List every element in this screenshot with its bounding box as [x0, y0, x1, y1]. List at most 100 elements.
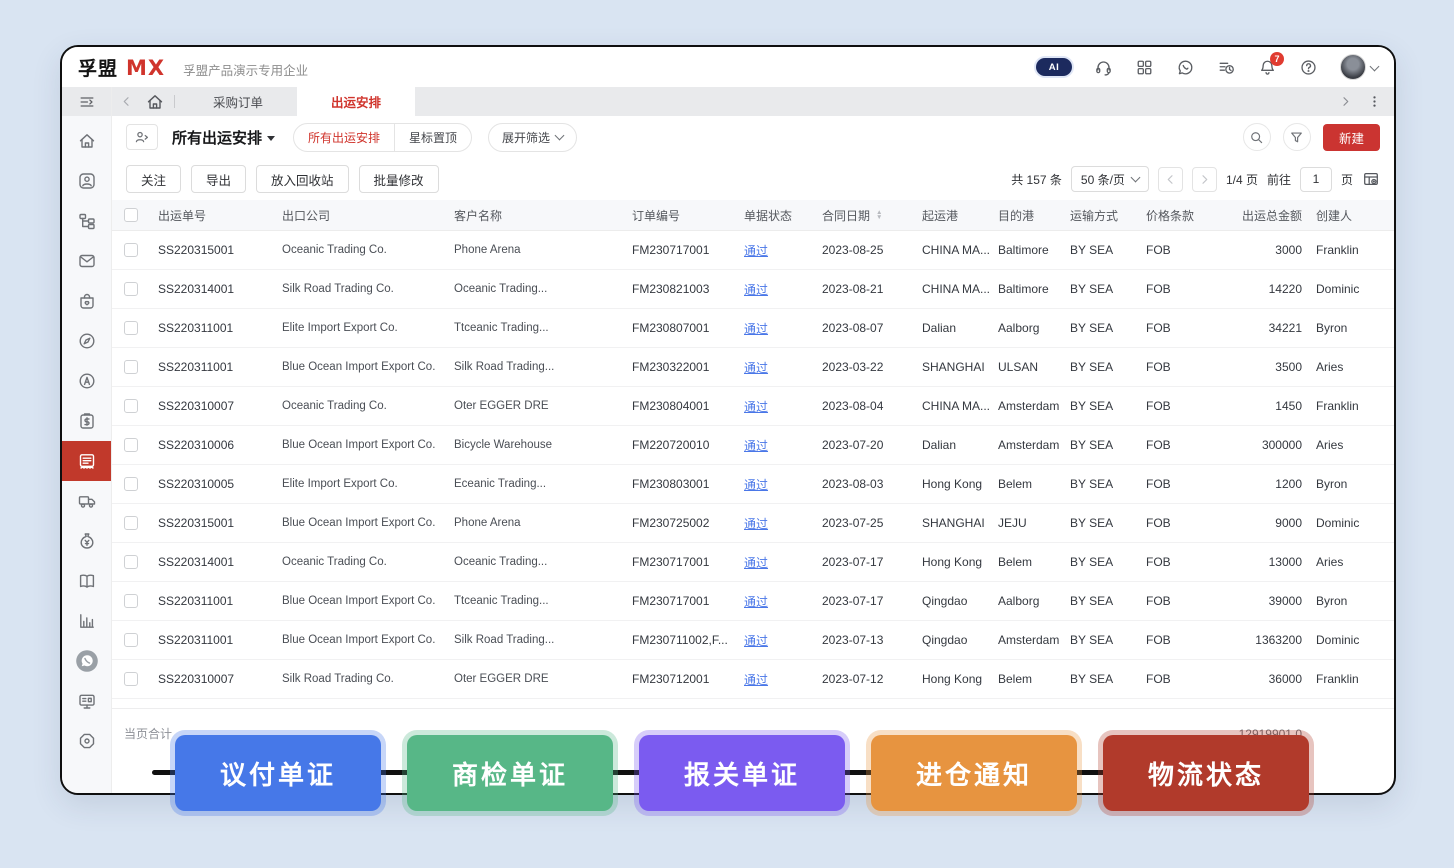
sidebar-item-bar-chart[interactable] — [62, 601, 111, 641]
table-row[interactable]: SS220311001Blue Ocean Import Export Co.S… — [112, 621, 1394, 660]
sidebar-item-contacts[interactable] — [62, 161, 111, 201]
status-link[interactable]: 通过 — [744, 515, 768, 532]
sidebar-item-compass[interactable] — [62, 321, 111, 361]
row-checkbox[interactable] — [124, 282, 138, 296]
table-row[interactable]: SS220315001Oceanic Trading Co.Phone Aren… — [112, 231, 1394, 270]
sidebar-item-truck[interactable] — [62, 481, 111, 521]
quick-filter-all[interactable]: 所有出运安排 — [294, 124, 394, 151]
sidebar-collapse-button[interactable] — [62, 87, 111, 116]
status-link[interactable]: 通过 — [744, 281, 768, 298]
bell-button[interactable]: 7 — [1258, 58, 1277, 77]
sidebar-item-home[interactable] — [62, 121, 111, 161]
status-link[interactable]: 通过 — [744, 398, 768, 415]
row-checkbox[interactable] — [124, 438, 138, 452]
view-owner-button[interactable] — [126, 124, 158, 150]
flow-button-negotiation-documents[interactable]: 议付单证 — [175, 735, 381, 811]
sidebar-item-settings-gear[interactable] — [62, 721, 111, 761]
sidebar-item-monitor[interactable] — [62, 681, 111, 721]
sidebar-item-whatsapp-filled[interactable] — [62, 641, 111, 681]
row-checkbox[interactable] — [124, 672, 138, 686]
batch-edit-button[interactable]: 批量修改 — [359, 165, 439, 193]
follow-button[interactable]: 关注 — [126, 165, 181, 193]
tab-scroll-right-button[interactable] — [1338, 94, 1353, 109]
topbar: 孚盟 MX 孚盟产品演示专用企业 AI7 — [62, 47, 1394, 87]
tab-scroll-left-button[interactable] — [112, 94, 140, 109]
sidebar-item-org-structure[interactable] — [62, 201, 111, 241]
goto-suffix-label: 页 — [1341, 171, 1353, 188]
row-checkbox[interactable] — [124, 321, 138, 335]
column-header-label: 单据状态 — [744, 207, 792, 224]
cell-transport: BY SEA — [1070, 438, 1146, 452]
cell-contract-date: 2023-07-17 — [822, 555, 922, 569]
table-row[interactable]: SS220311001Elite Import Export Co.Ttcean… — [112, 309, 1394, 348]
row-checkbox[interactable] — [124, 555, 138, 569]
page-size-select[interactable]: 50 条/页 — [1071, 166, 1149, 192]
flow-button-warehouse-entry-notice[interactable]: 进仓通知 — [871, 735, 1077, 811]
export-button[interactable]: 导出 — [191, 165, 246, 193]
sidebar-item-ledger-book[interactable] — [62, 561, 111, 601]
status-link[interactable]: 通过 — [744, 554, 768, 571]
status-link[interactable]: 通过 — [744, 476, 768, 493]
user-menu[interactable] — [1340, 54, 1378, 80]
select-all-checkbox[interactable] — [124, 208, 138, 222]
sidebar-item-money-bag[interactable] — [62, 521, 111, 561]
table-row[interactable]: SS220310007Silk Road Trading Co.Oter EGG… — [112, 660, 1394, 699]
row-checkbox[interactable] — [124, 516, 138, 530]
cell-status: 通过 — [744, 242, 822, 259]
status-link[interactable]: 通过 — [744, 632, 768, 649]
row-checkbox[interactable] — [124, 477, 138, 491]
row-checkbox[interactable] — [124, 633, 138, 647]
ai-assistant-button[interactable]: AI — [1036, 58, 1072, 76]
status-link[interactable]: 通过 — [744, 320, 768, 337]
create-new-button[interactable]: 新建 — [1323, 124, 1380, 151]
sidebar-item-mail[interactable] — [62, 241, 111, 281]
apps-grid-button[interactable] — [1135, 58, 1154, 77]
whatsapp-button[interactable] — [1176, 58, 1195, 77]
help-button[interactable] — [1299, 58, 1318, 77]
column-settings-button[interactable] — [1362, 170, 1380, 188]
search-button[interactable] — [1243, 123, 1271, 151]
row-checkbox[interactable] — [124, 243, 138, 257]
task-history-icon — [1217, 58, 1236, 77]
table-row[interactable]: SS220310006Blue Ocean Import Export Co.B… — [112, 426, 1394, 465]
row-checkbox[interactable] — [124, 360, 138, 374]
table-row[interactable]: SS220310007Oceanic Trading Co.Oter EGGER… — [112, 387, 1394, 426]
prev-page-button[interactable] — [1158, 167, 1183, 192]
task-history-button[interactable] — [1217, 58, 1236, 77]
sidebar-item-marketing-a[interactable] — [62, 361, 111, 401]
table-row[interactable]: SS220311001Blue Ocean Import Export Co.T… — [112, 582, 1394, 621]
column-header-5[interactable]: 合同日期▲▼ — [822, 207, 922, 224]
sidebar-item-orders-bag[interactable] — [62, 281, 111, 321]
headset-button[interactable] — [1094, 58, 1113, 77]
status-link[interactable]: 通过 — [744, 671, 768, 688]
filter-button[interactable] — [1283, 123, 1311, 151]
table-row[interactable]: SS220314001Silk Road Trading Co.Oceanic … — [112, 270, 1394, 309]
table-row[interactable]: SS220314001Oceanic Trading Co.Oceanic Tr… — [112, 543, 1394, 582]
home-tab-button[interactable] — [140, 92, 170, 112]
status-link[interactable]: 通过 — [744, 437, 768, 454]
tab-shipping-arrangement[interactable]: 出运安排 — [297, 87, 415, 116]
cell-exporter: Silk Road Trading Co. — [282, 673, 454, 685]
goto-page-input[interactable] — [1300, 167, 1332, 192]
expand-filters-button[interactable]: 展开筛选 — [488, 123, 577, 152]
flow-button-inspection-documents[interactable]: 商检单证 — [407, 735, 613, 811]
tab-more-menu-button[interactable] — [1367, 94, 1382, 109]
flow-button-logistics-status[interactable]: 物流状态 — [1103, 735, 1309, 811]
status-link[interactable]: 通过 — [744, 593, 768, 610]
view-title-dropdown[interactable]: 所有出运安排 — [172, 127, 275, 148]
sidebar-item-shipping-doc[interactable] — [62, 441, 111, 481]
sort-icon[interactable]: ▲▼ — [876, 210, 882, 220]
row-checkbox[interactable] — [124, 399, 138, 413]
sidebar-item-finance-clipboard[interactable] — [62, 401, 111, 441]
status-link[interactable]: 通过 — [744, 242, 768, 259]
table-row[interactable]: SS220311001Blue Ocean Import Export Co.S… — [112, 348, 1394, 387]
tab-purchase-orders[interactable]: 采购订单 — [179, 87, 297, 116]
quick-filter-starred[interactable]: 星标置顶 — [394, 124, 471, 151]
recycle-bin-button[interactable]: 放入回收站 — [256, 165, 349, 193]
next-page-button[interactable] — [1192, 167, 1217, 192]
table-row[interactable]: SS220310005Elite Import Export Co.Eceani… — [112, 465, 1394, 504]
status-link[interactable]: 通过 — [744, 359, 768, 376]
flow-button-customs-documents[interactable]: 报关单证 — [639, 735, 845, 811]
table-row[interactable]: SS220315001Blue Ocean Import Export Co.P… — [112, 504, 1394, 543]
row-checkbox[interactable] — [124, 594, 138, 608]
